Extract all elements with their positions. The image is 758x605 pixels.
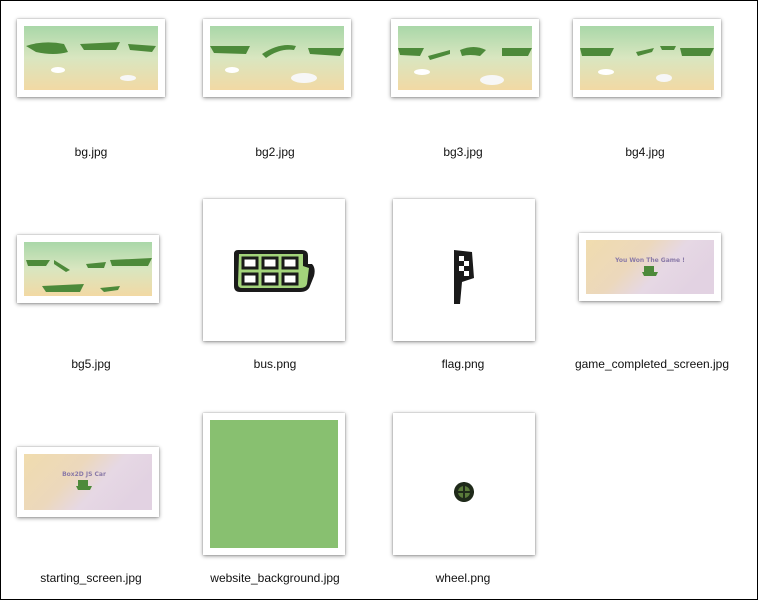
- file-name: starting_screen.jpg: [40, 571, 142, 585]
- file-name: flag.png: [441, 357, 485, 371]
- file-name: bg.jpg: [74, 145, 108, 159]
- file-name: wheel.png: [435, 571, 491, 585]
- file-item-wheel[interactable]: wheel.png: [373, 405, 553, 605]
- file-name: bg2.jpg: [255, 145, 295, 159]
- starting-screen-caption: Box2D JS Car: [62, 471, 106, 478]
- file-name: bg3.jpg: [443, 145, 483, 159]
- file-browser-icon-view: bg.jpg bg2.jpg bg3.jpg bg4.jpg bg5.jpg b…: [0, 0, 758, 600]
- flag-image: [400, 206, 528, 334]
- file-item-starting-screen[interactable]: Box2D JS Car starting_screen.jpg: [1, 405, 181, 605]
- thumbnail-bg4[interactable]: [573, 19, 721, 97]
- file-item-bg[interactable]: bg.jpg: [1, 11, 181, 211]
- file-item-bg3[interactable]: bg3.jpg: [373, 11, 553, 211]
- thumbnail-wheel[interactable]: [393, 413, 535, 555]
- file-item-game-completed-screen[interactable]: You Won The Game ! game_completed_screen…: [561, 191, 741, 391]
- game-completed-image: You Won The Game !: [586, 240, 714, 294]
- thumbnail-website-background[interactable]: [203, 413, 345, 555]
- file-item-flag[interactable]: flag.png: [373, 191, 553, 391]
- file-name: website_background.jpg: [210, 571, 340, 585]
- file-item-bg2[interactable]: bg2.jpg: [185, 11, 365, 211]
- bus-image: [210, 206, 338, 334]
- file-name: bg5.jpg: [71, 357, 111, 371]
- thumbnail-game-completed-screen[interactable]: You Won The Game !: [579, 233, 721, 301]
- landscape-image: [580, 26, 714, 90]
- thumbnail-bg2[interactable]: [203, 19, 351, 97]
- file-name: bg4.jpg: [625, 145, 665, 159]
- landscape-image: [24, 26, 158, 90]
- thumbnail-flag[interactable]: [393, 199, 535, 341]
- landscape-image: [210, 26, 344, 90]
- thumbnail-starting-screen[interactable]: Box2D JS Car: [17, 447, 159, 517]
- thumbnail-bg3[interactable]: [391, 19, 539, 97]
- file-item-bg5[interactable]: bg5.jpg: [1, 191, 181, 391]
- green-background-image: [210, 420, 338, 548]
- file-item-website-background[interactable]: website_background.jpg: [185, 405, 365, 605]
- game-completed-caption: You Won The Game !: [614, 257, 685, 264]
- starting-screen-image: Box2D JS Car: [24, 454, 152, 510]
- thumbnail-bg5[interactable]: [17, 235, 159, 303]
- wheel-image: [400, 420, 528, 548]
- file-name: bus.png: [253, 357, 297, 371]
- file-item-bus[interactable]: bus.png: [185, 191, 365, 391]
- landscape-image: [398, 26, 532, 90]
- file-item-bg4[interactable]: bg4.jpg: [555, 11, 735, 211]
- landscape-image: [24, 242, 152, 296]
- file-name: game_completed_screen.jpg: [574, 357, 730, 371]
- thumbnail-bus[interactable]: [203, 199, 345, 341]
- thumbnail-bg[interactable]: [17, 19, 165, 97]
